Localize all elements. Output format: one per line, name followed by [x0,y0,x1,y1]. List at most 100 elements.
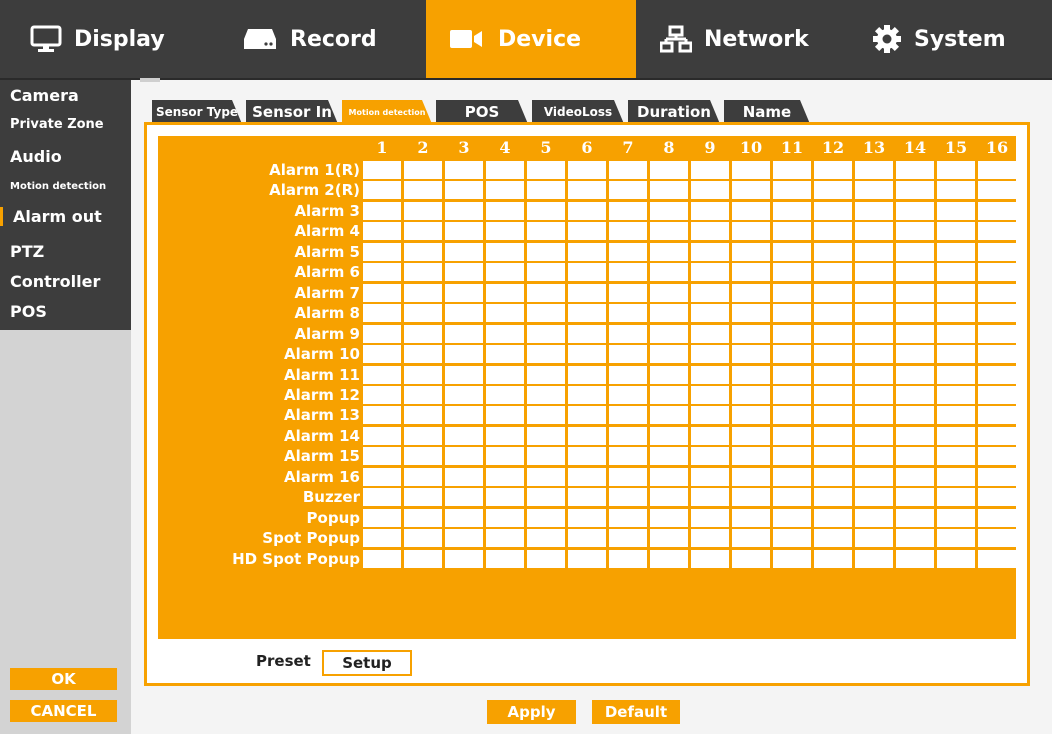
alarm-cell[interactable] [691,181,729,200]
sidebar-item-audio[interactable]: Audio [10,147,62,166]
alarm-cell[interactable] [937,345,975,364]
alarm-cell[interactable] [691,161,729,179]
alarm-cell[interactable] [568,529,606,548]
alarm-cell[interactable] [486,467,524,486]
alarm-cell[interactable] [445,385,483,404]
alarm-cell[interactable] [527,406,565,425]
alarm-cell[interactable] [732,263,770,282]
alarm-cell[interactable] [691,201,729,220]
alarm-cell[interactable] [896,222,934,241]
alarm-cell[interactable] [486,222,524,241]
alarm-cell[interactable] [363,242,401,261]
alarm-cell[interactable] [650,488,688,507]
alarm-cell[interactable] [773,508,811,527]
alarm-cell[interactable] [609,426,647,445]
alarm-cell[interactable] [896,508,934,527]
subtab-duration[interactable]: Duration [628,100,720,124]
alarm-cell[interactable] [404,406,442,425]
sidebar-item-pos[interactable]: POS [10,302,47,321]
alarm-cell[interactable] [650,508,688,527]
alarm-cell[interactable] [814,283,852,302]
alarm-cell[interactable] [363,324,401,343]
alarm-cell[interactable] [568,222,606,241]
alarm-cell[interactable] [568,426,606,445]
alarm-cell[interactable] [732,488,770,507]
alarm-cell[interactable] [896,406,934,425]
alarm-cell[interactable] [650,222,688,241]
alarm-cell[interactable] [732,467,770,486]
alarm-cell[interactable] [732,242,770,261]
alarm-cell[interactable] [855,242,893,261]
alarm-cell[interactable] [773,283,811,302]
subtab-sensor-type[interactable]: Sensor Type [152,100,242,124]
alarm-cell[interactable] [691,385,729,404]
alarm-cell[interactable] [609,181,647,200]
alarm-cell[interactable] [609,283,647,302]
alarm-cell[interactable] [568,549,606,568]
alarm-cell[interactable] [773,263,811,282]
alarm-cell[interactable] [691,467,729,486]
tab-record[interactable]: Record [242,0,422,78]
alarm-cell[interactable] [650,304,688,323]
alarm-cell[interactable] [691,222,729,241]
alarm-cell[interactable] [937,242,975,261]
alarm-cell[interactable] [855,222,893,241]
alarm-cell[interactable] [609,242,647,261]
sidebar-item-alarm-out[interactable]: Alarm out [0,207,102,226]
alarm-cell[interactable] [814,549,852,568]
tab-system[interactable]: System [872,0,1042,78]
alarm-cell[interactable] [691,447,729,466]
alarm-cell[interactable] [650,549,688,568]
alarm-cell[interactable] [486,201,524,220]
alarm-cell[interactable] [609,529,647,548]
alarm-cell[interactable] [527,345,565,364]
alarm-cell[interactable] [650,201,688,220]
alarm-cell[interactable] [773,488,811,507]
alarm-cell[interactable] [732,549,770,568]
alarm-cell[interactable] [404,201,442,220]
alarm-cell[interactable] [691,488,729,507]
alarm-cell[interactable] [855,447,893,466]
alarm-cell[interactable] [609,385,647,404]
alarm-cell[interactable] [978,222,1016,241]
alarm-cell[interactable] [568,242,606,261]
alarm-cell[interactable] [527,181,565,200]
alarm-cell[interactable] [814,529,852,548]
alarm-cell[interactable] [363,304,401,323]
alarm-cell[interactable] [937,529,975,548]
alarm-cell[interactable] [568,181,606,200]
alarm-cell[interactable] [937,161,975,179]
alarm-cell[interactable] [814,181,852,200]
alarm-cell[interactable] [937,447,975,466]
alarm-cell[interactable] [896,488,934,507]
alarm-cell[interactable] [363,283,401,302]
alarm-cell[interactable] [896,181,934,200]
alarm-cell[interactable] [404,508,442,527]
tab-display[interactable]: Display [30,0,220,78]
alarm-cell[interactable] [609,365,647,384]
alarm-cell[interactable] [855,385,893,404]
alarm-cell[interactable] [773,406,811,425]
alarm-cell[interactable] [814,447,852,466]
alarm-cell[interactable] [855,263,893,282]
alarm-cell[interactable] [732,365,770,384]
alarm-cell[interactable] [855,161,893,179]
alarm-cell[interactable] [691,549,729,568]
alarm-cell[interactable] [445,365,483,384]
alarm-cell[interactable] [609,222,647,241]
sidebar-item-private-zone[interactable]: Private Zone [10,117,104,132]
alarm-cell[interactable] [527,426,565,445]
alarm-cell[interactable] [486,406,524,425]
alarm-cell[interactable] [445,549,483,568]
alarm-cell[interactable] [732,345,770,364]
alarm-cell[interactable] [445,222,483,241]
alarm-cell[interactable] [404,365,442,384]
alarm-cell[interactable] [363,508,401,527]
alarm-cell[interactable] [609,161,647,179]
alarm-cell[interactable] [732,529,770,548]
alarm-cell[interactable] [363,385,401,404]
alarm-cell[interactable] [978,161,1016,179]
alarm-cell[interactable] [855,345,893,364]
alarm-cell[interactable] [896,447,934,466]
alarm-cell[interactable] [937,426,975,445]
